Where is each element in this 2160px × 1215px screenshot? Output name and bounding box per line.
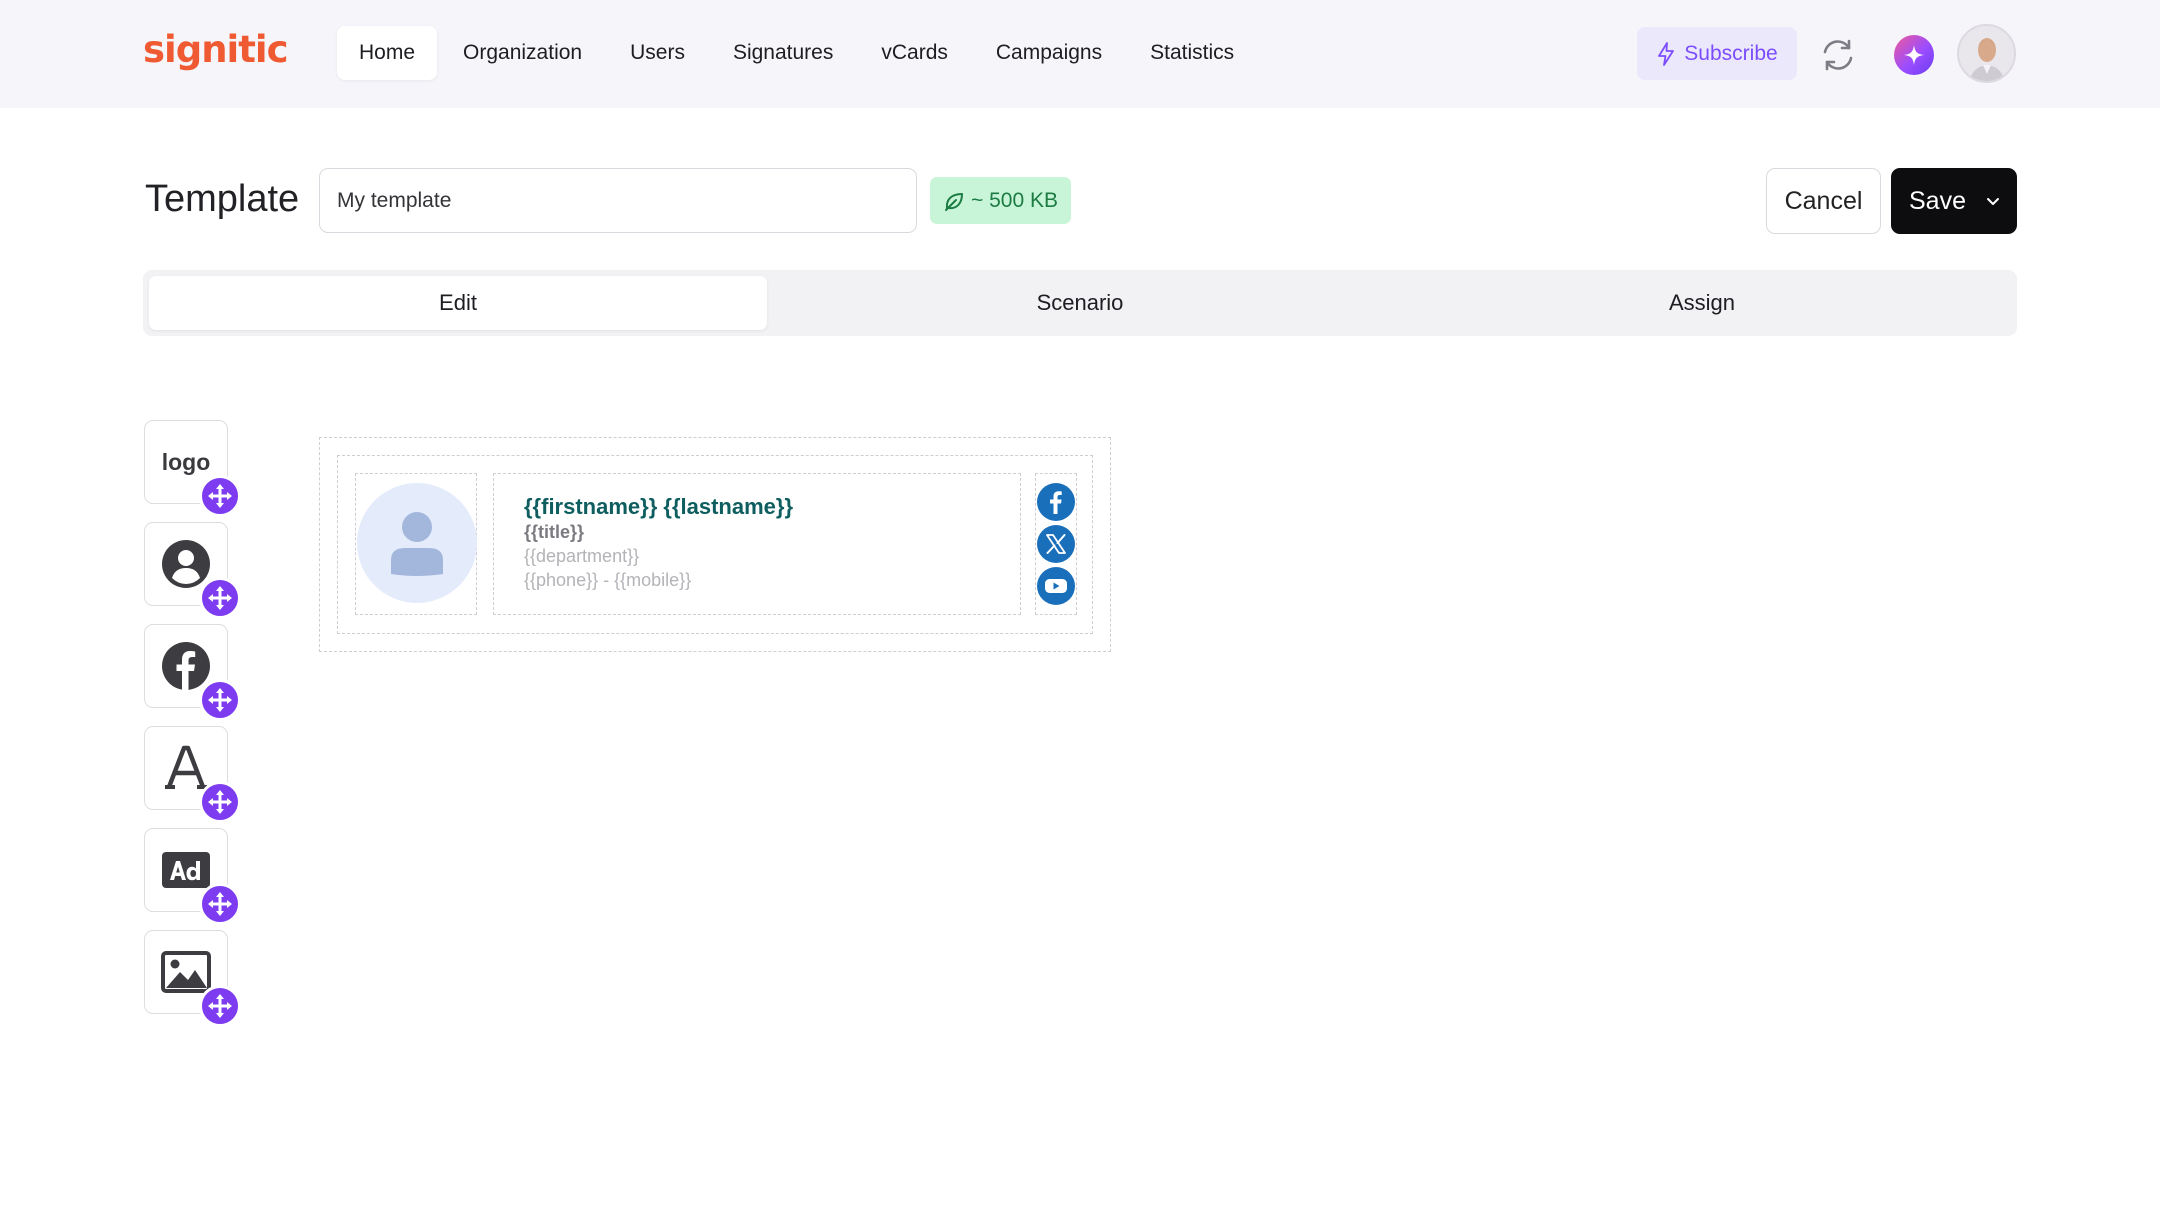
- tab-scenario[interactable]: Scenario: [771, 276, 1389, 330]
- nav-item-signatures[interactable]: Signatures: [711, 26, 855, 80]
- signature-text-cell[interactable]: {{firstname}} {{lastname}} {{title}} {{d…: [493, 473, 1021, 615]
- move-icon[interactable]: [199, 475, 241, 517]
- sync-icon: [1823, 39, 1853, 71]
- subscribe-label: Subscribe: [1684, 41, 1778, 65]
- signature-title: {{title}}: [524, 522, 585, 542]
- block-banner[interactable]: [144, 828, 241, 925]
- move-icon[interactable]: [199, 577, 241, 619]
- leaf-icon: [945, 192, 963, 211]
- move-icon[interactable]: [199, 781, 241, 823]
- signature-name: {{firstname}} {{lastname}}: [524, 494, 794, 519]
- save-button[interactable]: Save: [1891, 168, 2017, 234]
- photo-cell[interactable]: [355, 473, 477, 615]
- social-icons-cell[interactable]: [1035, 473, 1077, 615]
- move-icon[interactable]: [199, 985, 241, 1027]
- user-placeholder-icon: [391, 512, 443, 576]
- profile-photo-placeholder: [357, 483, 477, 603]
- nav-item-statistics[interactable]: Statistics: [1128, 26, 1256, 80]
- nav-item-organization[interactable]: Organization: [441, 26, 604, 80]
- user-circle-icon: [162, 540, 210, 588]
- block-logo[interactable]: logo: [144, 420, 241, 517]
- size-badge-label: ~ 500 KB: [971, 188, 1058, 212]
- nav-item-home[interactable]: Home: [337, 26, 438, 80]
- image-icon: [161, 951, 211, 993]
- main-nav: Home Organization Users Signatures vCard…: [337, 26, 1260, 80]
- nav-item-users[interactable]: Users: [608, 26, 707, 80]
- signature-phone: {{phone}} - {{mobile}}: [524, 570, 692, 590]
- save-label: Save: [1909, 186, 1966, 215]
- font-letter-icon: [165, 745, 207, 789]
- page-title: Template: [145, 178, 300, 220]
- template-size-badge: ~ 500 KB: [930, 177, 1071, 224]
- avatar-portrait: [1959, 26, 2014, 81]
- sparkle-icon: [1904, 45, 1924, 65]
- signature-canvas[interactable]: {{firstname}} {{lastname}} {{title}} {{d…: [319, 437, 1111, 652]
- nav-item-vcards[interactable]: vCards: [859, 26, 970, 80]
- chevron-down-icon[interactable]: [1985, 193, 2001, 209]
- tab-edit[interactable]: Edit: [149, 276, 767, 330]
- top-navigation-bar: signitic Home Organization Users Signatu…: [0, 0, 2160, 108]
- cancel-button[interactable]: Cancel: [1766, 168, 1881, 234]
- facebook-icon[interactable]: [1037, 483, 1075, 521]
- lightning-icon: [1658, 41, 1675, 66]
- block-text[interactable]: [144, 726, 241, 823]
- block-social[interactable]: [144, 624, 241, 721]
- block-image[interactable]: [144, 930, 241, 1027]
- signature-department: {{department}}: [524, 546, 640, 566]
- block-user-photo[interactable]: [144, 522, 241, 619]
- facebook-icon: [162, 642, 210, 690]
- signature-row[interactable]: {{firstname}} {{lastname}} {{title}} {{d…: [337, 455, 1093, 634]
- subscribe-button[interactable]: Subscribe: [1637, 27, 1797, 80]
- move-icon[interactable]: [199, 883, 241, 925]
- signitic-logo[interactable]: signitic: [143, 28, 289, 71]
- sync-button[interactable]: [1818, 35, 1858, 75]
- nav-item-campaigns[interactable]: Campaigns: [974, 26, 1124, 80]
- youtube-icon[interactable]: [1037, 567, 1075, 605]
- block-logo-label: logo: [161, 448, 211, 475]
- move-icon[interactable]: [199, 679, 241, 721]
- x-twitter-icon[interactable]: [1037, 525, 1075, 563]
- ad-icon: [162, 852, 210, 888]
- user-avatar[interactable]: [1957, 24, 2016, 83]
- ai-assistant-button[interactable]: [1894, 35, 1934, 75]
- editor-tabs: Edit Scenario Assign: [143, 270, 2017, 336]
- tab-assign[interactable]: Assign: [1393, 276, 2011, 330]
- template-name-input[interactable]: [319, 168, 917, 233]
